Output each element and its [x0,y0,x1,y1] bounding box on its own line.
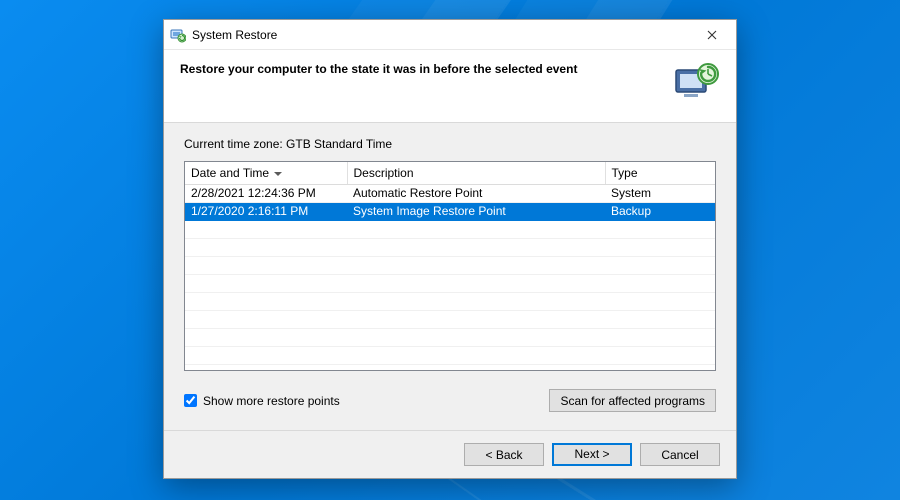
table-row-empty [185,238,715,256]
column-label: Description [354,166,414,180]
header-panel: Restore your computer to the state it wa… [164,50,736,123]
table-row-empty [185,310,715,328]
close-button[interactable] [690,21,734,49]
table-row-empty [185,328,715,346]
table-row-empty [185,220,715,238]
column-header-type[interactable]: Type [605,162,715,184]
cell-date: 1/27/2020 2:16:11 PM [185,202,347,220]
table-row-empty [185,256,715,274]
titlebar[interactable]: System Restore [164,20,736,50]
back-button[interactable]: < Back [464,443,544,466]
page-heading: Restore your computer to the state it wa… [180,60,660,76]
cell-type: System [605,184,715,202]
cancel-button[interactable]: Cancel [640,443,720,466]
sort-desc-icon [274,172,282,176]
column-header-description[interactable]: Description [347,162,605,184]
table-row[interactable]: 1/27/2020 2:16:11 PMSystem Image Restore… [185,202,715,220]
system-restore-dialog: System Restore Restore your computer to … [163,19,737,479]
cell-description: System Image Restore Point [347,202,605,220]
window-title: System Restore [192,28,277,42]
restore-points-table[interactable]: Date and Time Description Type 2/28/2021… [184,161,716,371]
below-table-row: Show more restore points Scan for affect… [184,389,716,412]
next-button[interactable]: Next > [552,443,632,466]
system-restore-icon [170,27,186,43]
close-icon [707,27,717,43]
show-more-checkbox[interactable]: Show more restore points [184,394,340,408]
column-label: Type [612,166,638,180]
column-label: Date and Time [191,166,269,180]
table-row-empty [185,274,715,292]
cell-type: Backup [605,202,715,220]
show-more-label: Show more restore points [203,394,340,408]
cell-date: 2/28/2021 12:24:36 PM [185,184,347,202]
restore-wizard-icon [672,60,720,108]
cell-description: Automatic Restore Point [347,184,605,202]
scan-affected-button[interactable]: Scan for affected programs [549,389,716,412]
column-header-date[interactable]: Date and Time [185,162,347,184]
show-more-checkbox-input[interactable] [184,394,197,407]
timezone-label: Current time zone: GTB Standard Time [184,137,716,151]
content-area: Current time zone: GTB Standard Time Dat… [164,123,736,430]
table-row[interactable]: 2/28/2021 12:24:36 PMAutomatic Restore P… [185,184,715,202]
table-header-row[interactable]: Date and Time Description Type [185,162,715,184]
table-row-empty [185,346,715,364]
wizard-footer: < Back Next > Cancel [164,430,736,478]
table-row-empty [185,292,715,310]
